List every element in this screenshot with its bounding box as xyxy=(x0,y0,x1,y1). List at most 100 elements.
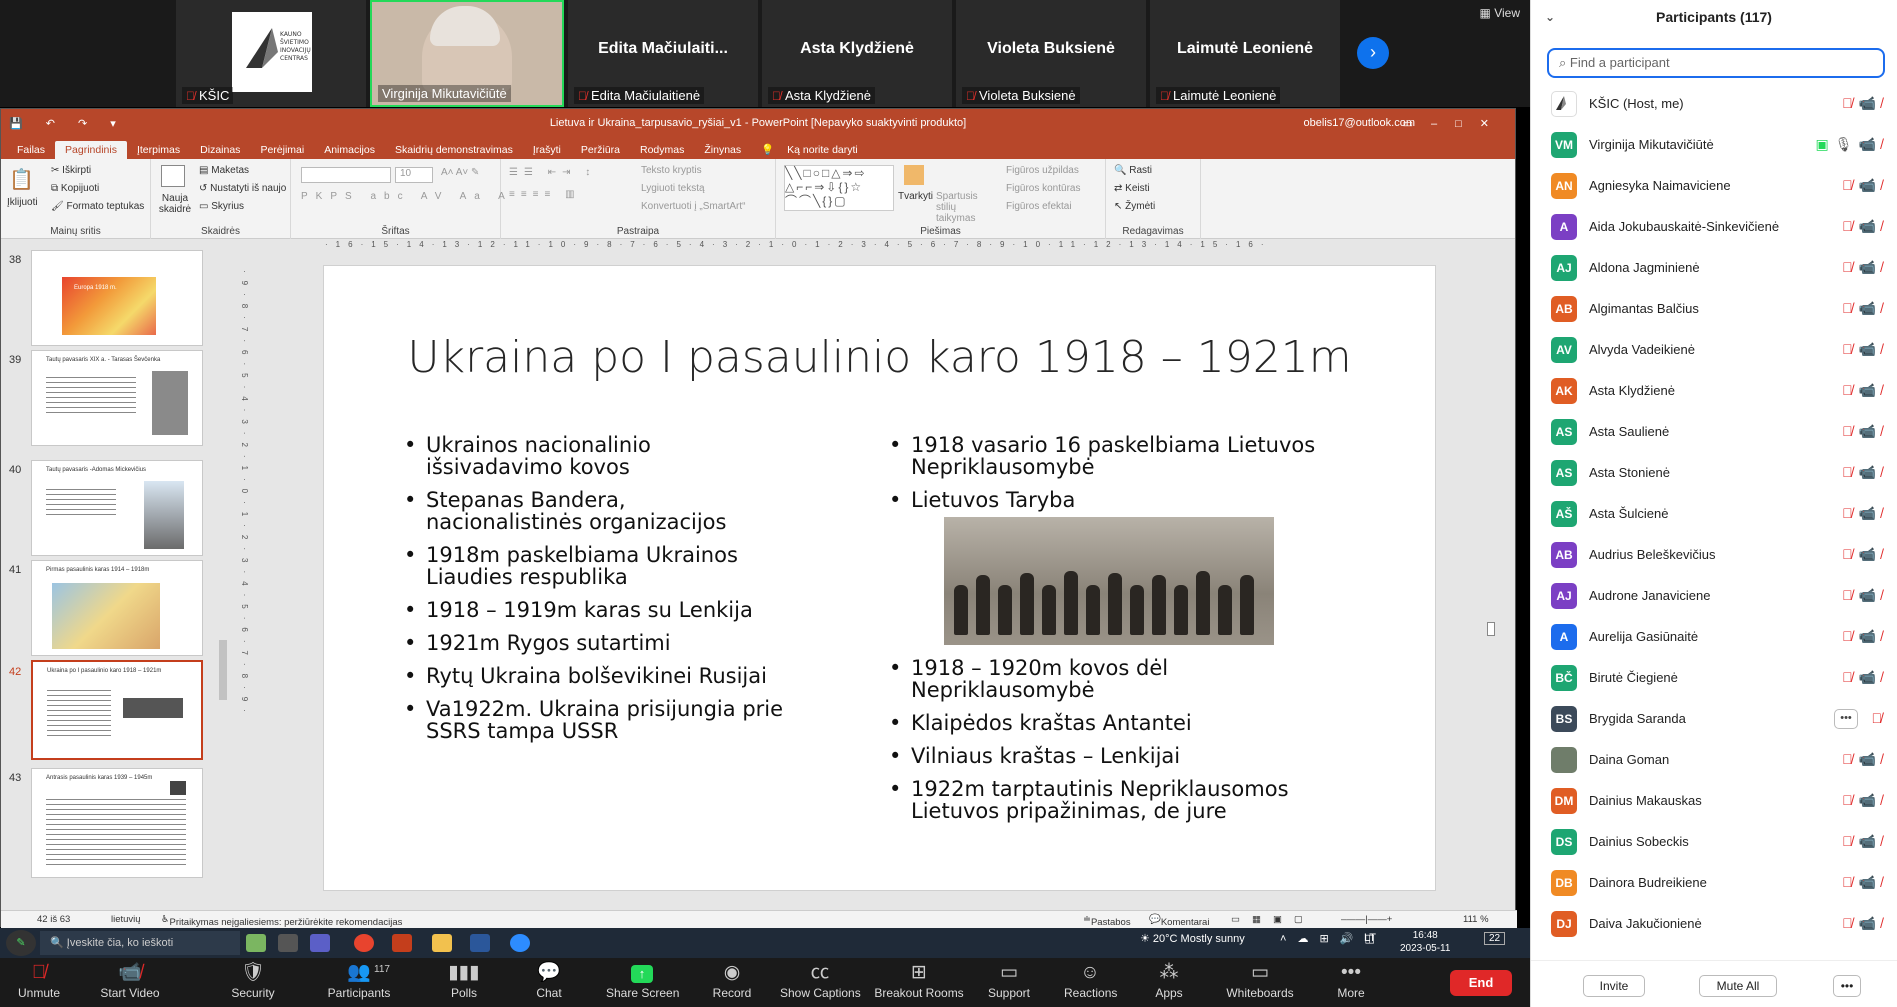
tell-me-search[interactable]: 💡 Ką norite daryti xyxy=(751,140,878,159)
tab-review[interactable]: Peržiūra xyxy=(571,141,630,159)
support-button[interactable]: ▭ Support xyxy=(986,960,1032,1000)
tab-help[interactable]: Žinynas xyxy=(694,141,751,159)
zoom-app-icon[interactable] xyxy=(510,934,530,952)
participant-row[interactable]: A Aurelija Gasiūnaitė 🎙̸📹̸ xyxy=(1531,617,1897,658)
replace-button[interactable]: ⇄ Keisti xyxy=(1114,183,1150,194)
record-button[interactable]: ◉ Record xyxy=(712,960,752,1000)
participant-row[interactable]: A Aida Jokubauskaitė-Sinkevičienė 🎙̸📹̸ xyxy=(1531,207,1897,248)
paste-icon[interactable]: 📋 xyxy=(9,167,34,192)
new-slide-icon[interactable] xyxy=(161,165,185,187)
window-controls[interactable]: ▭–□✕ xyxy=(1403,117,1507,130)
participant-row[interactable]: AJ Audrone Janaviciene 🎙̸📹̸ xyxy=(1531,576,1897,617)
paste-button[interactable]: Įklijuoti xyxy=(7,197,38,208)
tab-transitions[interactable]: Perėjimai xyxy=(250,141,314,159)
select-button[interactable]: ↖ Žymėti xyxy=(1114,201,1155,212)
shape-fill-button[interactable]: Figūros užpildas xyxy=(1006,165,1079,176)
participant-row[interactable]: AS Asta Saulienė 🎙̸📹̸ xyxy=(1531,412,1897,453)
section-button[interactable]: ▭ Skyrius xyxy=(199,201,244,212)
unmute-button[interactable]: 🎙̸ Unmute xyxy=(14,960,64,1000)
tab-insert[interactable]: Įterpimas xyxy=(127,141,190,159)
language-indicator[interactable]: LT xyxy=(1364,932,1376,944)
notifications-badge[interactable]: 22 xyxy=(1484,932,1506,945)
apps-button[interactable]: ⁂ Apps xyxy=(1154,960,1184,1000)
participant-row[interactable]: AS Asta Stonienė 🎙̸📹̸ xyxy=(1531,453,1897,494)
tab-record[interactable]: Įrašyti xyxy=(523,141,571,159)
text-direction-button[interactable]: Teksto kryptis xyxy=(641,165,702,176)
participant-row[interactable]: BS Brygida Saranda ••• 🎙̸ xyxy=(1531,699,1897,740)
task-view-icon[interactable] xyxy=(278,934,298,952)
arrange-button[interactable]: Tvarkyti xyxy=(898,191,933,202)
word-icon[interactable] xyxy=(470,934,490,952)
clock[interactable]: 16:48 2023-05-11 xyxy=(1400,929,1450,955)
video-tile-violeta[interactable]: Violeta Buksienė 🎙̸ Violeta Buksienė xyxy=(956,0,1146,107)
slide-thumbnail-42[interactable]: Ukraina po I pasaulinio karo 1918 – 1921… xyxy=(31,660,203,760)
participant-row[interactable]: Daina Goman 🎙̸📹̸ xyxy=(1531,740,1897,781)
reactions-button[interactable]: ☺ Reactions xyxy=(1064,960,1117,1000)
participant-row[interactable]: DB Dainora Budreikiene 🎙̸📹̸ xyxy=(1531,863,1897,904)
tab-animations[interactable]: Animacijos xyxy=(314,141,385,159)
participant-row[interactable]: DJ Daiva Jakučionienė 🎙̸📹̸ xyxy=(1531,904,1897,945)
participant-row[interactable]: AB Audrius Beleškevičius 🎙̸📹̸ xyxy=(1531,535,1897,576)
shape-effects-button[interactable]: Figūros efektai xyxy=(1006,201,1072,212)
powerpoint-icon[interactable] xyxy=(392,934,412,952)
account-email[interactable]: obelis17@outlook.com xyxy=(1304,117,1415,129)
align-buttons[interactable]: ≡≡≡≡ ▥ xyxy=(509,189,581,200)
next-page-arrow-icon[interactable]: › xyxy=(1357,37,1389,69)
copy-button[interactable]: ⧉ Kopijuoti xyxy=(51,183,99,194)
view-mode-buttons[interactable]: ▭▦▣▢ xyxy=(1231,914,1315,925)
participant-row[interactable]: AB Algimantas Balčius 🎙̸📹̸ xyxy=(1531,289,1897,330)
accessibility-status[interactable]: ♿ Pritaikymas neįgaliesiems: peržiūrėkit… xyxy=(161,914,402,928)
align-text-button[interactable]: Lygiuoti tekstą xyxy=(641,183,705,194)
more-button[interactable]: ••• More xyxy=(1334,960,1368,1000)
participant-row[interactable]: VM Virginija Mikutavičiūtė ▣🎙📹̸ xyxy=(1531,125,1897,166)
tab-slideshow[interactable]: Skaidrių demonstravimas xyxy=(385,141,523,159)
lietuvos-taryba-photo[interactable] xyxy=(944,517,1274,645)
more-options-button[interactable]: ••• xyxy=(1833,975,1861,997)
new-slide-button[interactable]: Nauja skaidrė xyxy=(155,193,195,215)
tab-home[interactable]: Pagrindinis xyxy=(55,141,127,159)
left-bullet-list[interactable]: Ukrainos nacionalinio išsivadavimo kovos… xyxy=(404,434,784,753)
font-size-select[interactable]: 10 xyxy=(395,167,433,183)
scrollbar-thumb[interactable] xyxy=(1487,622,1495,636)
smartart-button[interactable]: Konvertuoti į „SmartArt“ xyxy=(641,201,745,212)
scrollbar-thumb[interactable] xyxy=(219,640,227,700)
participant-row[interactable]: AN Agniesyka Naimaviciene 🎙̸📹̸ xyxy=(1531,166,1897,207)
right-top-bullet-list[interactable]: 1918 vasario 16 paskelbiama Lietuvos Nep… xyxy=(889,434,1329,522)
format-painter-button[interactable]: 🖌 Formato teptukas xyxy=(51,201,144,212)
mute-all-button[interactable]: Mute All xyxy=(1699,975,1777,997)
start-video-button[interactable]: 📹̸ Start Video xyxy=(98,960,162,1000)
chat-button[interactable]: 💬 Chat xyxy=(532,960,566,1000)
polls-button[interactable]: ▮▮▮ Polls xyxy=(446,960,482,1000)
participant-search-input[interactable]: ⌕ Find a participant xyxy=(1547,48,1885,78)
pen-icon[interactable]: ✎ xyxy=(6,930,36,956)
tab-design[interactable]: Dizainas xyxy=(190,141,250,159)
participant-row[interactable]: AŠ Asta Šulcienė 🎙̸📹̸ xyxy=(1531,494,1897,535)
slide-thumbnail-43[interactable]: Antrasis pasaulinis karas 1939 – 1945m xyxy=(31,768,203,878)
weather-widget[interactable]: ☀ 20°C Mostly sunny xyxy=(1140,932,1245,945)
font-family-select[interactable] xyxy=(301,167,391,183)
participant-row[interactable]: AJ Aldona Jagminienė 🎙̸📹̸ xyxy=(1531,248,1897,289)
slide-title[interactable]: Ukraina po I pasaulinio karo 1918 – 1921… xyxy=(324,332,1435,383)
participant-row[interactable]: DS Dainius Sobeckis 🎙̸📹̸ xyxy=(1531,822,1897,863)
video-tile-edita[interactable]: Edita Mačiulaiti... 🎙̸ Edita Mačiulaitien… xyxy=(568,0,758,107)
breakout-rooms-button[interactable]: ⊞ Breakout Rooms xyxy=(874,960,964,1000)
taskbar-app-icon[interactable] xyxy=(246,934,266,952)
video-tile-laimute[interactable]: Laimutė Leonienė 🎙̸ Laimutė Leonienė xyxy=(1150,0,1340,107)
video-tile-kshic[interactable]: KAUNO ŠVIETIMO INOVACIJŲ CENTRAS 🎙̸ KŠIC xyxy=(176,0,366,107)
slide-thumbnail-40[interactable]: Tautų pavasaris -Adomas Mickevičius xyxy=(31,460,203,556)
list-buttons[interactable]: ☰☰ ⇤⇥ ↕ xyxy=(509,167,596,178)
slide[interactable]: Ukraina po I pasaulinio karo 1918 – 1921… xyxy=(323,265,1436,891)
notes-button[interactable]: ≐ Pastabos xyxy=(1083,914,1131,928)
video-tile-active-speaker[interactable]: Virginija Mikutavičiūtė xyxy=(370,0,564,107)
end-meeting-button[interactable]: End xyxy=(1450,970,1512,996)
chevron-down-icon[interactable]: ⌄ xyxy=(1545,10,1555,24)
participant-row[interactable]: DM Dainius Makauskas 🎙̸📹̸ xyxy=(1531,781,1897,822)
more-options-button[interactable]: ••• xyxy=(1834,709,1858,729)
zoom-level[interactable]: 111 % xyxy=(1463,914,1489,925)
slide-thumbnail-41[interactable]: Pirmas pasaulinis karas 1914 – 1918m xyxy=(31,560,203,656)
reset-button[interactable]: ↺ Nustatyti iš naujo xyxy=(199,183,286,194)
shapes-gallery[interactable]: ╲╲□○□△⇒⇨ △⌐⌐⇒⇩{}☆ ⌒⌒╲{}▢ xyxy=(784,165,894,211)
view-button[interactable]: ▦ View xyxy=(1480,6,1520,20)
language-indicator[interactable]: lietuvių xyxy=(111,914,141,925)
quick-styles-button[interactable]: Spartusis stilių taikymas xyxy=(936,191,996,224)
